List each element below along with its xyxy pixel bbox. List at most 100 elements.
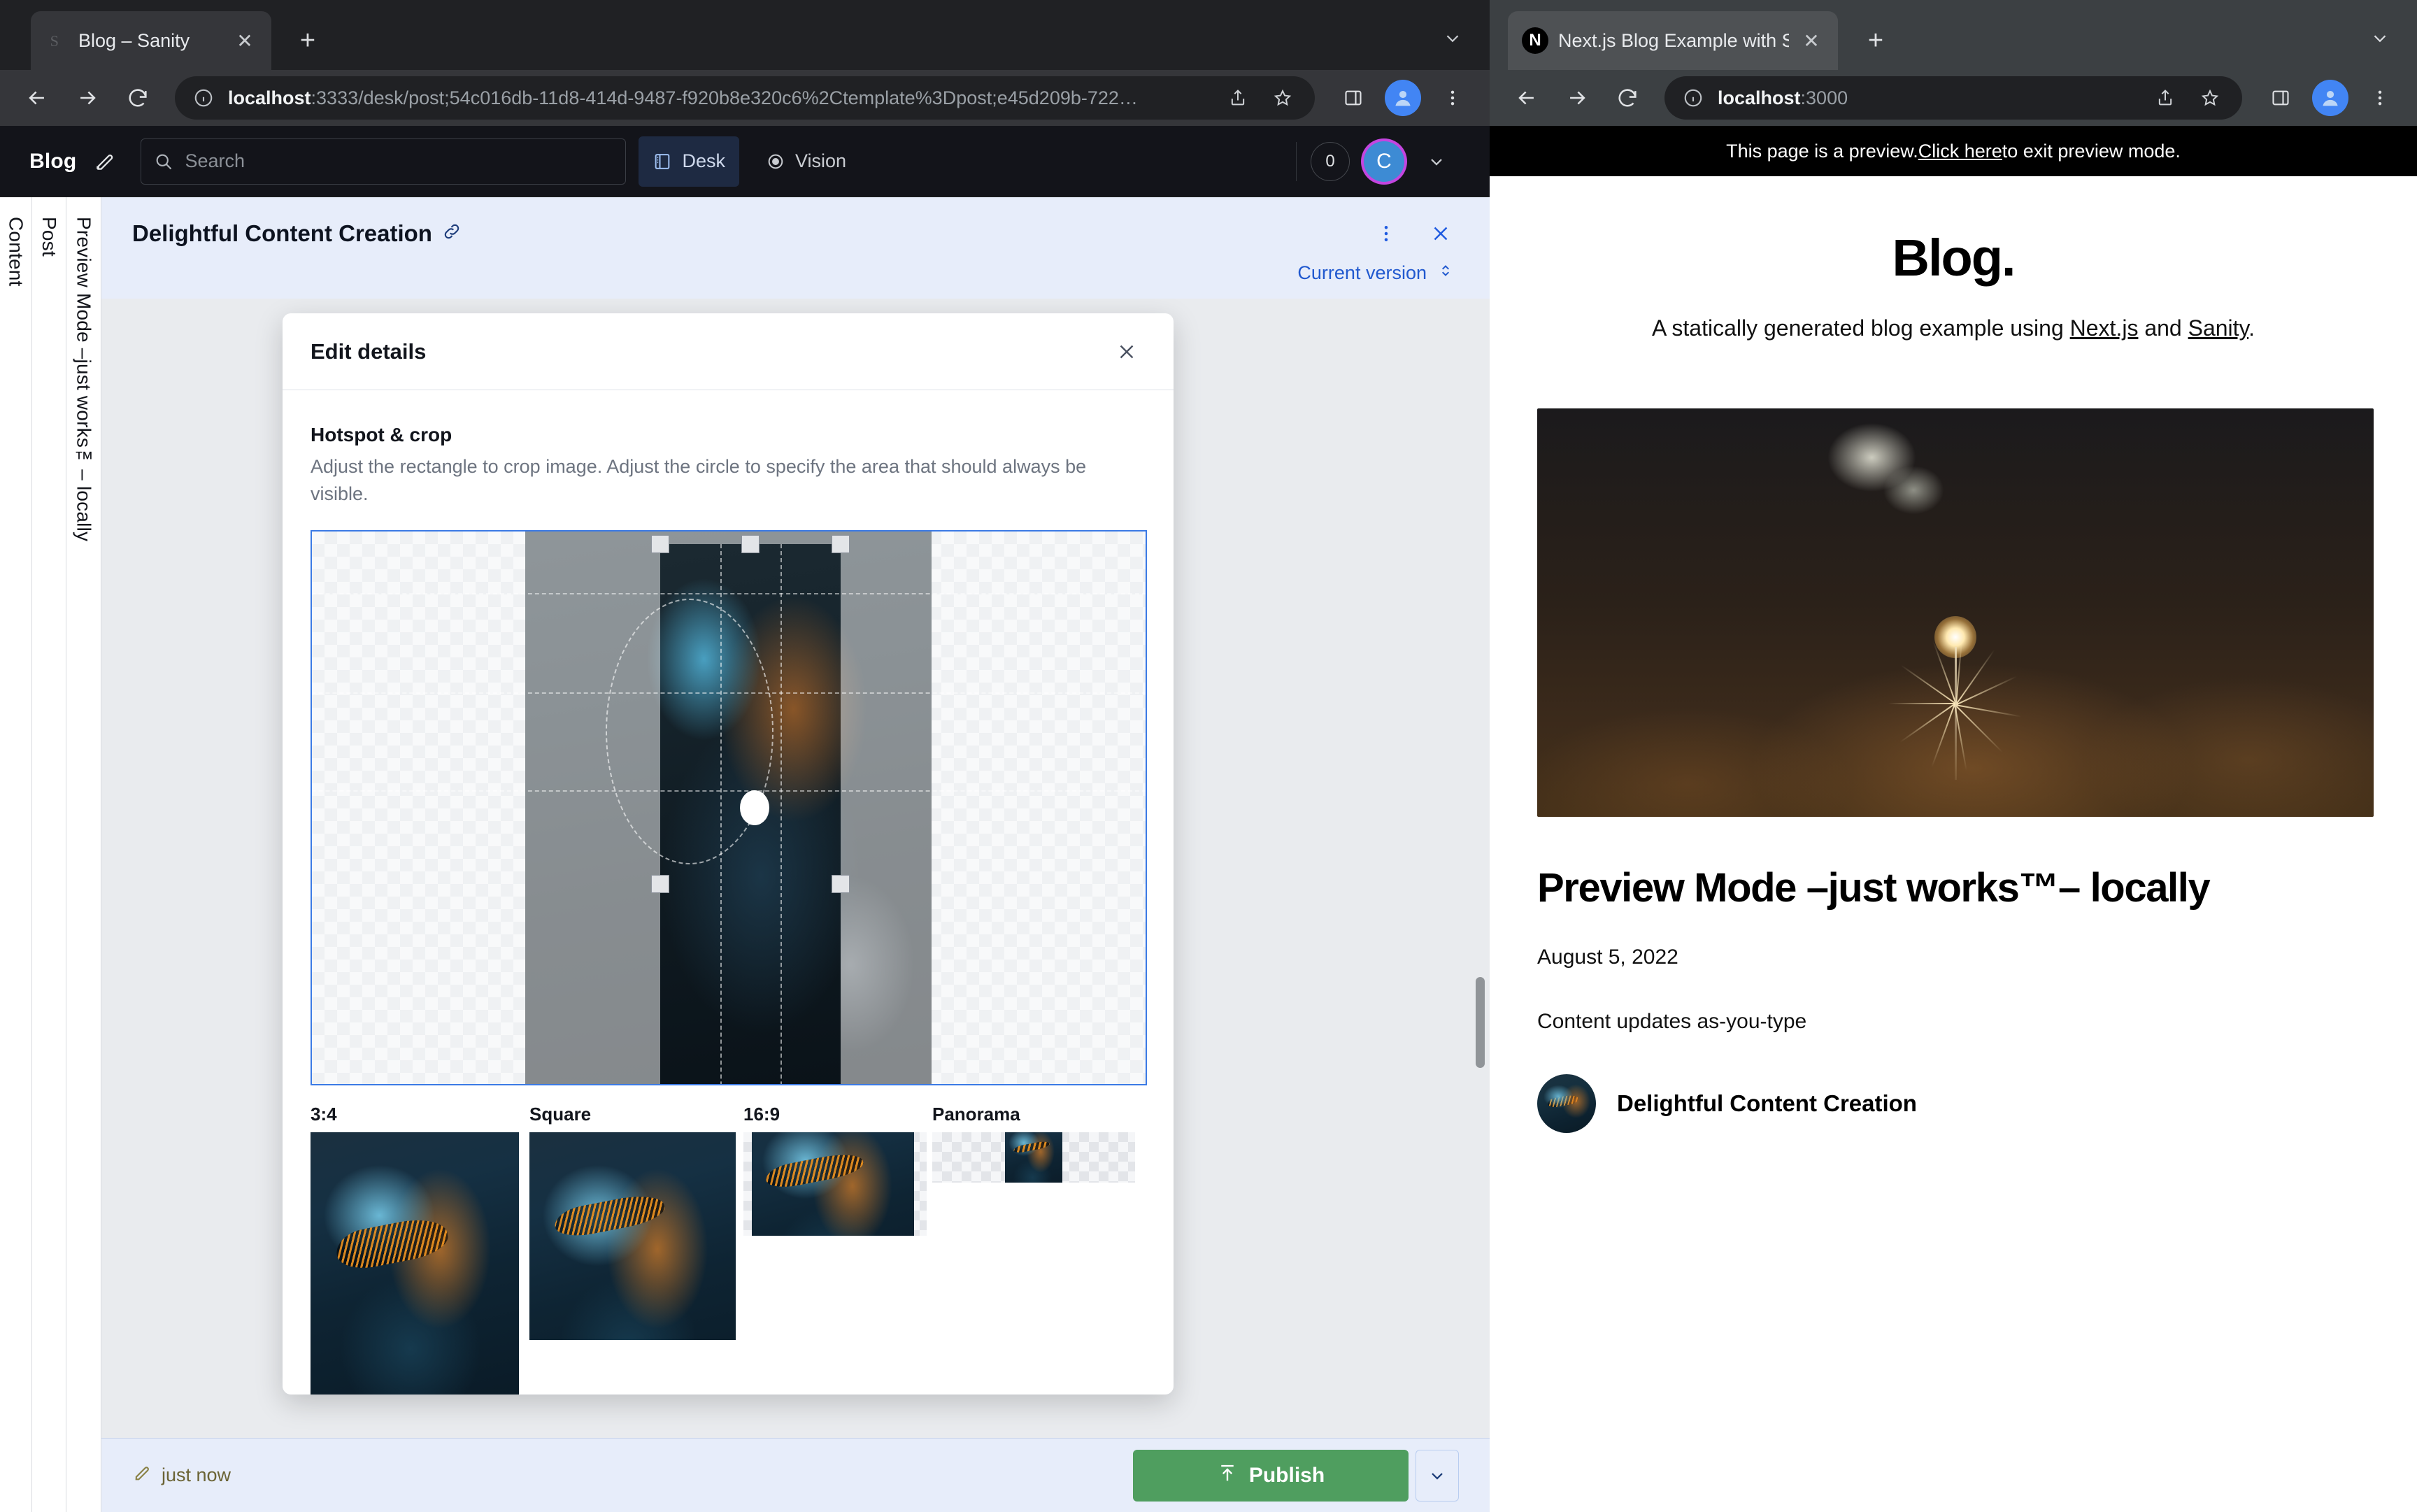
publish-options-button[interactable] [1416,1449,1459,1502]
left-browser-tab[interactable]: S Blog – Sanity ✕ [31,11,271,70]
version-label: Current version [1297,262,1427,283]
blog-page: Blog. A statically generated blog exampl… [1490,176,2417,1512]
document-title-text: Delightful Content Creation [132,220,432,246]
thumbnail [743,1132,927,1236]
sanity-link[interactable]: Sanity [2188,315,2249,341]
side-panel-icon[interactable] [1332,76,1375,120]
left-toolbar-right [1322,76,1474,120]
close-icon[interactable]: ✕ [1799,28,1824,53]
profile-avatar-icon[interactable] [1385,80,1421,116]
three-dot-menu-icon[interactable] [2358,76,2402,120]
right-browser-tab[interactable]: N Next.js Blog Example with Sanity ✕ [1508,11,1838,70]
document-header: Delightful Content Creation Current vers… [101,197,1490,299]
search-input[interactable]: Search [141,138,627,185]
crop-handle-e[interactable] [832,874,850,893]
hotspot-crop-editor[interactable] [311,529,1147,1085]
tab-desk[interactable]: Desk [639,136,739,187]
presence-count-badge[interactable]: 0 [1311,141,1350,181]
user-avatar[interactable]: C [1364,141,1404,182]
back-icon[interactable] [15,76,59,120]
info-circle-icon [1680,85,1706,111]
reload-icon[interactable] [1606,76,1649,120]
pane-document-label: Preview Mode –just works™– locally [73,217,95,542]
last-edited-label: just now [162,1464,231,1485]
tab-desk-label: Desk [682,150,725,171]
new-tab-button[interactable]: + [1855,20,1897,62]
last-edited-status: just now [132,1463,231,1488]
sunglasses-detail [1547,1094,1579,1108]
pane-content-label: Content [5,217,27,287]
preview-banner-after: to exit preview mode. [2002,140,2181,162]
thumbnail-image [529,1132,736,1340]
url-host: localhost [228,87,311,108]
right-toolbar-right [2249,76,2402,120]
close-icon[interactable] [1108,333,1146,371]
avatar [1537,1074,1596,1133]
search-icon [157,154,172,169]
profile-avatar-icon[interactable] [2312,80,2348,116]
post-title[interactable]: Preview Mode –just works™– locally [1537,866,2369,911]
search-placeholder: Search [185,150,245,171]
pane-content[interactable]: Content [0,197,32,1512]
sanity-logo[interactable]: Blog [18,150,76,173]
publish-label: Publish [1248,1463,1325,1487]
left-browser-window: S Blog – Sanity ✕ + localhost:3333/desk/… [0,0,1490,1512]
hero-image[interactable] [1537,408,2374,817]
link-icon[interactable] [442,220,462,247]
star-icon[interactable] [2193,81,2227,115]
side-panel-icon[interactable] [2259,76,2302,120]
publish-button[interactable]: Publish [1133,1449,1409,1502]
left-browser-toolbar: localhost:3333/desk/post;54c016db-11d8-4… [0,70,1490,126]
tagline-after: . [2248,315,2255,341]
close-icon[interactable] [1423,215,1459,252]
crop-handle-ne[interactable] [832,534,850,553]
share-icon[interactable] [2148,81,2182,115]
footer-actions: Publish [1133,1449,1459,1502]
left-address-bar[interactable]: localhost:3333/desk/post;54c016db-11d8-4… [175,76,1315,120]
compose-icon[interactable] [89,145,121,178]
nextjs-n-icon: N [1522,27,1548,54]
hotspot-section-description: Adjust the rectangle to crop image. Adju… [311,456,1087,504]
hotspot-resize-handle[interactable] [740,790,769,825]
star-icon[interactable] [1266,81,1299,115]
spark-stick [1955,647,1957,780]
chevron-down-icon[interactable] [1418,143,1455,180]
left-tab-strip: S Blog – Sanity ✕ + [0,0,1490,70]
new-tab-button[interactable]: + [287,20,329,62]
crop-handle-nw[interactable] [651,534,669,553]
url-host: localhost [1718,87,1801,108]
modal-header: Edit details [283,313,1174,390]
chevron-down-icon[interactable] [2362,21,2397,56]
hotspot-circle[interactable] [606,598,773,864]
modal-body: Hotspot & crop Adjust the rectangle to c… [283,390,1174,1395]
crop-handle-w[interactable] [651,874,669,893]
reload-icon[interactable] [116,76,159,120]
thumbnail [932,1132,1135,1183]
tab-vision[interactable]: Vision [752,136,860,187]
pane-scrollbar[interactable] [1476,977,1485,1068]
three-dot-menu-icon[interactable] [1431,76,1474,120]
right-address-bar[interactable]: localhost:3000 [1664,76,2242,120]
close-icon[interactable]: ✕ [232,28,257,53]
thumbnail [529,1132,736,1340]
pane-post[interactable]: Post [32,197,66,1512]
site-title: Blog. [1892,229,2016,287]
back-icon[interactable] [1505,76,1548,120]
chevron-down-icon[interactable] [1435,21,1470,56]
crop-handle-n[interactable] [741,534,760,553]
page-title: Delightful Content Creation [132,220,462,247]
version-selector[interactable]: Current version [132,262,1459,285]
preview-banner-before: This page is a preview. [1726,140,1918,162]
share-icon[interactable] [1221,81,1255,115]
aspect-preview-16-9: 16:9 [729,1104,927,1395]
preview-mode-banner: This page is a preview. Click here to ex… [1490,126,2417,176]
sanity-navbar-right: 0 C [1296,141,1471,182]
forward-icon[interactable] [66,76,109,120]
nextjs-link[interactable]: Next.js [2070,315,2139,341]
tagline-mid: and [2138,315,2188,341]
three-dot-menu-icon[interactable] [1368,215,1404,252]
forward-icon[interactable] [1555,76,1599,120]
pane-document[interactable]: Preview Mode –just works™– locally [66,197,101,1512]
left-tab-title: Blog – Sanity [78,29,190,51]
exit-preview-link[interactable]: Click here [1918,141,2002,162]
